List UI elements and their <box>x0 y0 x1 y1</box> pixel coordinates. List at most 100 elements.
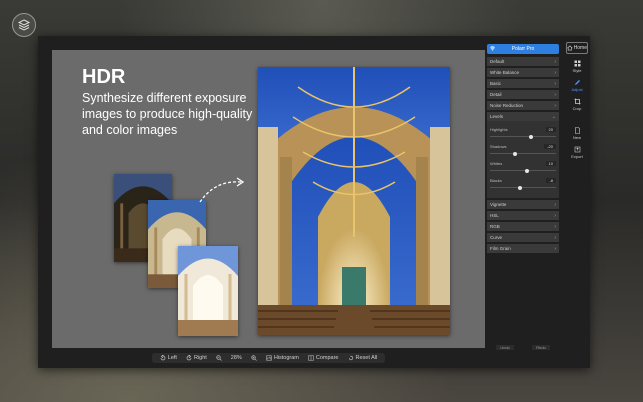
tool-new[interactable]: New <box>564 127 590 140</box>
merge-arrow-icon <box>199 177 245 203</box>
level-slider[interactable] <box>490 151 556 156</box>
section-white-balance[interactable]: White Balance › <box>487 68 559 77</box>
section-label: Levels <box>490 114 504 119</box>
style-grid-icon <box>574 60 580 67</box>
adjust-pen-icon <box>574 80 580 85</box>
section-label: HSL <box>490 213 499 218</box>
new-file-icon <box>574 127 580 134</box>
undo-button[interactable]: Undo <box>496 345 514 350</box>
tool-adjust[interactable]: Adjust <box>564 79 590 92</box>
section-label: Basic <box>490 81 502 86</box>
section-rgb[interactable]: RGB › <box>487 222 559 231</box>
section-basic[interactable]: Basic › <box>487 79 559 88</box>
zoom-level: 28% <box>230 355 242 361</box>
section-label: RGB <box>490 224 500 229</box>
tool-style[interactable]: Style <box>564 60 590 73</box>
reset-all-label: Reset All <box>355 355 378 361</box>
rotate-right-button[interactable]: Right <box>186 355 207 361</box>
chevron-right-icon: › <box>554 91 556 98</box>
section-label: White Balance <box>490 70 520 75</box>
level-value[interactable]: -20 <box>544 144 556 149</box>
section-detail[interactable]: Detail › <box>487 90 559 99</box>
section-levels[interactable]: Levels ⌄ <box>487 112 559 121</box>
slider-knob[interactable] <box>513 151 518 156</box>
section-noise-reduction[interactable]: Noise Reduction › <box>487 101 559 110</box>
zoom-in-icon <box>251 355 257 361</box>
level-value[interactable]: 10 <box>545 161 556 166</box>
exposure-photo-bright <box>178 246 238 336</box>
adjustment-panel: Polarr Pro Default › White Balance › Basic… <box>487 44 559 350</box>
rotate-left-label: Left <box>167 355 177 361</box>
histogram-label: Histogram <box>273 355 299 361</box>
export-icon <box>574 146 580 153</box>
home-button[interactable]: Home <box>566 42 588 54</box>
slider-knob[interactable] <box>528 134 533 139</box>
chevron-right-icon: › <box>554 80 556 87</box>
tool-label: Style <box>572 68 582 73</box>
tool-crop[interactable]: Crop <box>564 98 590 111</box>
bottom-toolbar: Left Right 28% Histogram Compare Reset A… <box>52 348 485 368</box>
level-control-shadows: Shadows -20 <box>490 144 556 156</box>
level-row: Highlights 20 <box>490 127 556 132</box>
section-list-top: Default › White Balance › Basic › Detail › N… <box>487 57 559 121</box>
reset-all-button[interactable]: Reset All <box>348 355 378 361</box>
level-label: Whites <box>490 161 503 166</box>
level-value[interactable]: -8 <box>546 178 556 183</box>
section-list-bottom: Vignette › HSL › RGB › Curve › Film Grain › <box>487 200 559 253</box>
compare-icon <box>308 355 314 361</box>
chevron-right-icon: › <box>554 234 556 241</box>
slider-knob[interactable] <box>524 168 529 173</box>
section-label: Curve <box>490 235 503 240</box>
compare-button[interactable]: Compare <box>308 355 339 361</box>
redo-button[interactable]: Redo <box>532 345 550 350</box>
editor-window: HDR Synthesize different exposure images… <box>38 36 590 368</box>
rotate-left-icon <box>160 355 166 361</box>
level-row: Blacks -8 <box>490 178 556 183</box>
level-value[interactable]: 20 <box>545 127 556 132</box>
section-label: Noise Reduction <box>490 103 524 108</box>
section-default[interactable]: Default › <box>487 57 559 66</box>
chevron-right-icon: › <box>554 102 556 109</box>
crop-icon <box>574 98 580 105</box>
section-label: Default <box>490 59 505 64</box>
home-label: Home <box>573 45 587 51</box>
section-curve[interactable]: Curve › <box>487 233 559 242</box>
level-slider[interactable] <box>490 168 556 173</box>
tool-label: Adjust <box>571 87 583 92</box>
level-slider[interactable] <box>490 134 556 139</box>
polarr-pro-button[interactable]: Polarr Pro <box>487 44 559 54</box>
tool-rail: Home Style Adjust Crop New Export <box>564 36 590 348</box>
chevron-right-icon: › <box>554 58 556 65</box>
tool-export[interactable]: Export <box>564 146 590 159</box>
feature-description: Synthesize different exposure images to … <box>82 91 253 137</box>
rotate-right-icon <box>186 355 192 361</box>
level-label: Shadows <box>490 144 507 149</box>
section-hsl[interactable]: HSL › <box>487 211 559 220</box>
reset-icon <box>348 355 353 361</box>
section-label: Vignette <box>490 202 507 207</box>
diamond-icon <box>490 46 495 51</box>
feature-title: HDR <box>82 66 126 88</box>
rotate-right-label: Right <box>193 355 207 361</box>
histogram-button[interactable]: Histogram <box>266 355 299 361</box>
section-film-grain[interactable]: Film Grain › <box>487 244 559 253</box>
zoom-in-button[interactable] <box>251 355 257 361</box>
level-control-blacks: Blacks -8 <box>490 178 556 190</box>
level-label: Highlights <box>490 127 508 132</box>
level-row: Whites 10 <box>490 161 556 166</box>
rotate-left-button[interactable]: Left <box>160 355 177 361</box>
tool-label: Export <box>571 154 583 159</box>
section-vignette[interactable]: Vignette › <box>487 200 559 209</box>
image-canvas[interactable]: HDR Synthesize different exposure images… <box>52 50 485 348</box>
level-slider[interactable] <box>490 185 556 190</box>
zoom-out-button[interactable] <box>216 355 222 361</box>
zoom-out-icon <box>216 355 222 361</box>
home-icon <box>567 45 573 51</box>
chevron-right-icon: › <box>554 201 556 208</box>
slider-knob[interactable] <box>518 185 523 190</box>
level-row: Shadows -20 <box>490 144 556 149</box>
chevron-right-icon: › <box>554 212 556 219</box>
chevron-right-icon: › <box>554 223 556 230</box>
level-control-highlights: Highlights 20 <box>490 127 556 139</box>
app-logo-icon[interactable] <box>12 13 36 37</box>
